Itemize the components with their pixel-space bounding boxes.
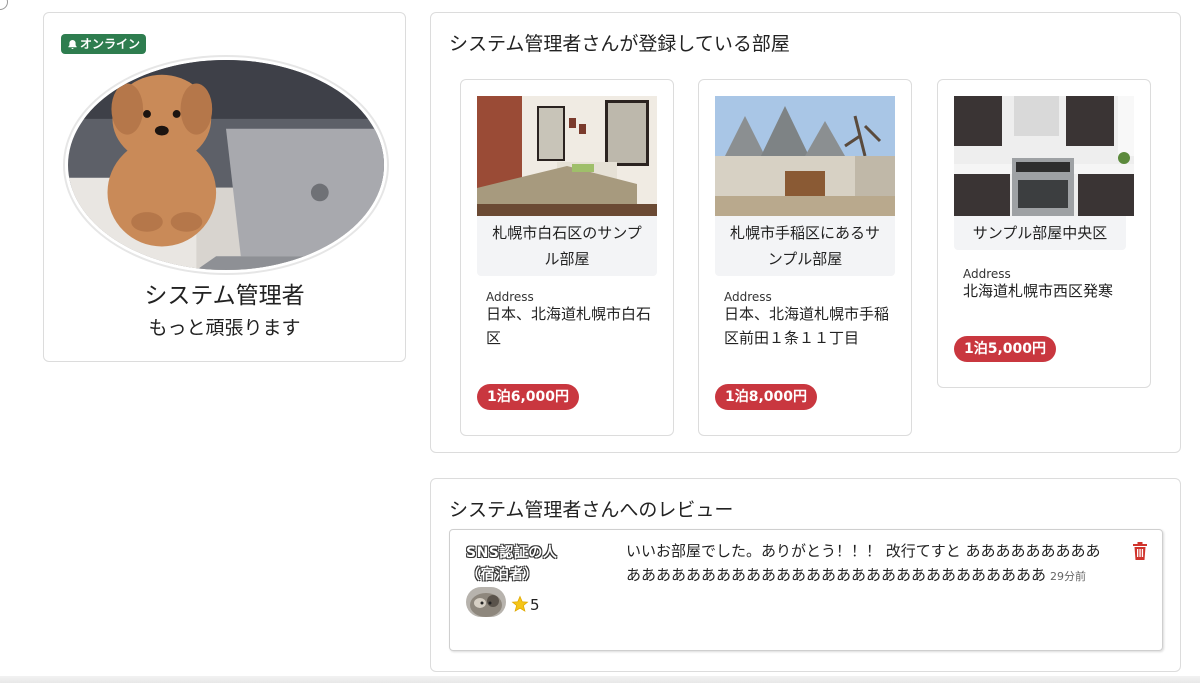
dog-with-laptop-image [68,60,384,270]
star-icon [511,595,529,612]
review-item: SNS認証の人（宿泊者） 5 いいお部屋でした。ありがとう！！！ 改行てすと あ… [449,529,1163,651]
review-body: いいお部屋でした。ありがとう！！！ 改行てすと ああああああああああああああああ… [626,542,1101,584]
cat-avatar-image [466,587,506,617]
registered-rooms-card: システム管理者さんが登録している部屋 札幌市白石区のサンプル部屋 Address… [430,12,1181,453]
price-badge: 1泊8,000円 [715,384,818,410]
online-status-label: オンライン [80,37,141,51]
reviews-section-title: システム管理者さんへのレビュー [449,499,734,521]
trash-icon[interactable] [1132,542,1148,560]
address-value: 北海道札幌市西区発寒 [963,282,1114,300]
profile-name: システム管理者 [144,283,305,309]
kitchen-image [954,96,1134,216]
rooms-section-title: システム管理者さんが登録している部屋 [449,33,790,55]
trulli-house-image [715,96,895,216]
page-bottom-edge [0,676,1200,683]
reviewer-name[interactable]: SNS認証の人（宿泊者） [466,542,586,586]
price-badge: 1泊5,000円 [954,336,1057,362]
rating-value: 5 [530,596,540,614]
reviewer-avatar[interactable] [466,587,506,617]
address-value: 日本、北海道札幌市白石区 [486,305,652,347]
room-title[interactable]: 札幌市手稲区にあるサンプル部屋 [715,216,895,276]
online-status-badge: オンライン [61,34,147,54]
room-photo [715,96,895,216]
room-card[interactable]: サンプル部屋中央区 Address 北海道札幌市西区発寒 1泊5,000円 [937,79,1151,388]
room-card[interactable]: 札幌市手稲区にあるサンプル部屋 Address 日本、北海道札幌市手稲区前田１条… [698,79,912,436]
profile-card: オンライン システム管理者 もっと頑張ります [43,12,406,362]
room-photo [477,96,657,216]
room-title[interactable]: 札幌市白石区のサンプル部屋 [477,216,657,276]
profile-message: もっと頑張ります [148,317,301,339]
price-badge: 1泊6,000円 [477,384,580,410]
room-card[interactable]: 札幌市白石区のサンプル部屋 Address 日本、北海道札幌市白石区 1泊6,0… [460,79,674,436]
window-corner [0,0,8,10]
bell-icon [68,39,77,49]
room-title[interactable]: サンプル部屋中央区 [954,216,1126,250]
bedroom-image [477,96,657,216]
address-value: 日本、北海道札幌市手稲区前田１条１１丁目 [724,305,890,347]
room-photo [954,96,1134,216]
profile-avatar [63,55,389,275]
review-timestamp: 29分前 [1050,570,1087,583]
reviews-card: システム管理者さんへのレビュー SNS認証の人（宿泊者） 5 いいお部屋でした。… [430,478,1181,672]
review-text: いいお部屋でした。ありがとう！！！ 改行てすと ああああああああああああああああ… [626,539,1106,589]
